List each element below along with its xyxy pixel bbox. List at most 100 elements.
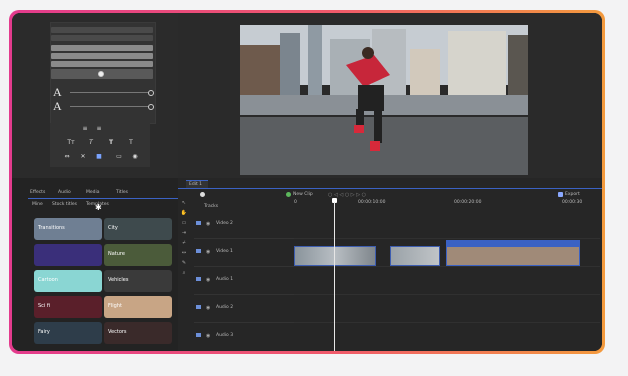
text-style-icon[interactable]: T [126, 139, 136, 146]
text-case-icon[interactable]: Tт [64, 139, 78, 146]
zoom-tool-icon[interactable]: ⌕ [180, 268, 188, 278]
lane-separator [294, 294, 600, 295]
property-field[interactable] [51, 45, 153, 51]
property-field[interactable] [51, 27, 153, 33]
video-clip[interactable] [390, 246, 440, 266]
fill-icon[interactable]: ■ [94, 153, 104, 160]
leading-slider[interactable] [70, 106, 148, 107]
eye-icon[interactable]: ◉ [206, 249, 210, 255]
tab-titles[interactable]: Titles [116, 190, 128, 195]
lane-separator [294, 266, 600, 267]
slip-tool-icon[interactable]: ↔ [180, 248, 188, 258]
category-tile-vectors[interactable]: Vectors [104, 322, 172, 344]
clear-icon[interactable]: ✕ [78, 153, 88, 160]
font-size-icon: A [53, 85, 62, 99]
video-clip-selected[interactable] [446, 240, 580, 266]
property-field[interactable] [51, 61, 153, 67]
tab-bar-divider [178, 188, 602, 189]
color-swatch[interactable] [98, 71, 104, 77]
spacing-icon[interactable]: ⇔ [62, 153, 72, 160]
tab-effects[interactable]: Effects [30, 190, 45, 195]
track-select-icon[interactable]: ▭ [180, 218, 188, 228]
folder-icon [196, 305, 201, 309]
transport-controls[interactable]: ○ ◁ ◁ ○ ▷ ▷ ○ [328, 192, 408, 198]
category-tile-ui[interactable] [34, 244, 102, 266]
folder-icon [196, 221, 201, 225]
track-row-video-2: ◉ Video 2 [194, 212, 294, 239]
hand-tool-icon[interactable]: ✋ [180, 208, 188, 218]
select-tool-icon[interactable]: ↖ [180, 198, 188, 208]
pen-tool-icon[interactable]: ✎ [180, 258, 188, 268]
category-tile-transitions[interactable]: Transitions [34, 218, 102, 240]
video-frame-image [240, 25, 528, 175]
property-field[interactable] [51, 53, 153, 59]
track-label: Audio 3 [216, 333, 234, 338]
track-row-audio-2: ◉ Audio 2 [194, 296, 294, 323]
track-row-audio-3: ◉ Audio 3 [194, 324, 294, 350]
mouse-cursor-icon: ✱ [95, 203, 102, 212]
add-track-icon[interactable] [200, 192, 205, 197]
track-row-video-1: ◉ Video 1 [194, 240, 294, 267]
category-tile-vehicles[interactable]: Vehicles [104, 270, 172, 292]
box-icon[interactable]: ▭ [112, 153, 126, 160]
export-icon [558, 192, 563, 197]
library-panel: Effects Audio Media Titles Mine Stock ti… [12, 178, 178, 351]
export-button[interactable]: Export [558, 191, 598, 199]
category-tile-fairy[interactable]: Fairy [34, 322, 102, 344]
leading-slider-knob[interactable] [148, 104, 154, 110]
playhead-line[interactable] [334, 202, 335, 351]
library-filters: Mine Stock titles Templates [32, 202, 172, 210]
property-field[interactable] [51, 35, 153, 41]
font-size-slider[interactable] [70, 92, 148, 93]
filter-stock-titles[interactable]: Stock titles [52, 202, 77, 207]
export-label: Export [565, 192, 580, 197]
tile-label: Flight [108, 303, 122, 309]
lane-separator [294, 322, 600, 323]
lane-separator [294, 238, 600, 239]
category-tile-flight[interactable]: Flight [104, 296, 172, 318]
align-left-icon[interactable]: ≡ [80, 125, 90, 132]
timecode-0: 0 [294, 200, 297, 205]
tab-media[interactable]: Media [86, 190, 100, 195]
track-label: Video 2 [216, 221, 233, 226]
tile-label: Transitions [38, 225, 65, 231]
eye-icon[interactable]: ◉ [206, 305, 210, 311]
tile-label: Sci fi [38, 303, 51, 309]
tab-audio[interactable]: Audio [58, 190, 71, 195]
razor-tool-icon[interactable]: ⌿ [180, 238, 188, 248]
category-tile-sci-fi[interactable]: Sci fi [34, 296, 102, 318]
timeline-panel: Edit 1 New Clip ○ ◁ ◁ ○ ▷ ▷ ○ Export Tra… [178, 178, 602, 351]
new-clip-button[interactable]: New Clip [286, 191, 320, 199]
category-tile-city[interactable]: City [104, 218, 172, 240]
shadow-icon[interactable]: ◉ [130, 153, 140, 160]
video-preview[interactable] [240, 25, 528, 175]
app-screen: A A ≡ ≡ Tт T T T ⇔ ✕ ■ ▭ ◉ Effects Audio… [12, 13, 602, 351]
tile-label: Fairy [38, 329, 50, 335]
align-justify-icon[interactable]: ≡ [94, 125, 104, 132]
eye-icon[interactable]: ◉ [206, 221, 210, 227]
folder-icon [196, 277, 201, 281]
filter-mine[interactable]: Mine [32, 202, 43, 207]
italic-icon[interactable]: T [86, 139, 96, 146]
leading-icon: A [53, 99, 62, 113]
library-tabs: Effects Audio Media Titles [30, 190, 180, 198]
ripple-edit-icon[interactable]: ⇥ [180, 228, 188, 238]
tile-label: Cartoon [38, 277, 58, 283]
tile-label: Nature [108, 251, 125, 257]
new-clip-icon [286, 192, 291, 197]
eye-icon[interactable]: ◉ [206, 333, 210, 339]
tracks-header: Tracks [204, 204, 219, 209]
new-clip-label: New Clip [293, 192, 313, 197]
bold-icon[interactable]: T [106, 139, 116, 146]
video-clip[interactable] [294, 246, 376, 266]
track-label: Audio 2 [216, 305, 234, 310]
properties-panel: A A ≡ ≡ Tт T T T ⇔ ✕ ■ ▭ ◉ [12, 13, 178, 178]
category-tile-nature[interactable]: Nature [104, 244, 172, 266]
text-tools-box: ≡ ≡ Tт T T T ⇔ ✕ ■ ▭ ◉ [50, 123, 150, 167]
eye-icon[interactable]: ◉ [206, 277, 210, 283]
font-size-slider-knob[interactable] [148, 90, 154, 96]
track-label: Video 1 [216, 249, 233, 254]
category-tile-cartoon[interactable]: Cartoon [34, 270, 102, 292]
track-label: Audio 1 [216, 277, 234, 282]
folder-icon [196, 249, 201, 253]
